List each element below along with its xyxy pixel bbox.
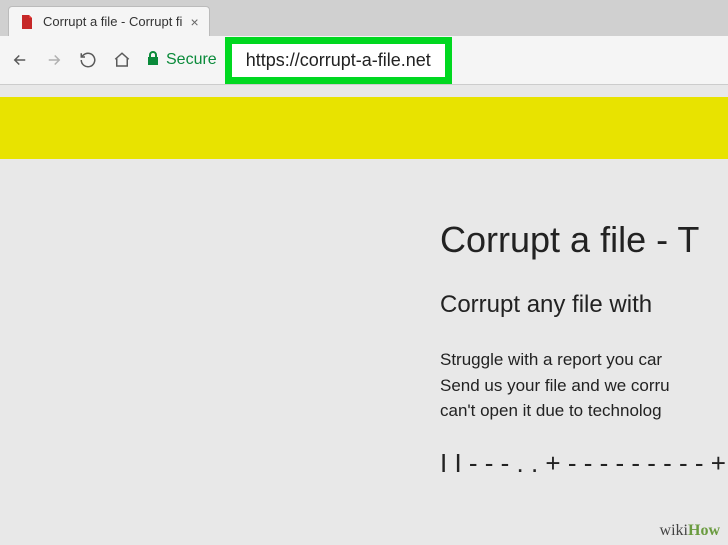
watermark: wikiHow bbox=[660, 522, 720, 540]
watermark-prefix: wiki bbox=[660, 522, 688, 539]
back-button[interactable] bbox=[10, 50, 30, 70]
body-line: Struggle with a report you car bbox=[440, 347, 728, 373]
forward-button[interactable] bbox=[44, 50, 64, 70]
address-bar[interactable]: Secure https://corrupt-a-file.net bbox=[146, 37, 718, 84]
toolbar: Secure https://corrupt-a-file.net bbox=[0, 36, 728, 84]
page-banner bbox=[0, 97, 728, 159]
page-subtitle: Corrupt any file with bbox=[440, 291, 728, 319]
page-content: Corrupt a file - T Corrupt any file with… bbox=[0, 159, 728, 479]
watermark-suffix: How bbox=[688, 522, 720, 539]
page-viewport: Corrupt a file - T Corrupt any file with… bbox=[0, 85, 728, 545]
page-body: Struggle with a report you car Send us y… bbox=[440, 347, 728, 424]
tab-bar: Corrupt a file - Corrupt fi × bbox=[0, 0, 728, 36]
home-button[interactable] bbox=[112, 50, 132, 70]
reload-button[interactable] bbox=[78, 50, 98, 70]
lock-icon bbox=[146, 50, 160, 71]
browser-tab[interactable]: Corrupt a file - Corrupt fi × bbox=[8, 6, 210, 36]
body-line: Send us your file and we corru bbox=[440, 373, 728, 399]
secure-label: Secure bbox=[166, 51, 217, 69]
favicon-icon bbox=[19, 14, 35, 30]
close-icon[interactable]: × bbox=[190, 15, 198, 29]
cutoff-text: I I - - - . . + - - - - - - - - - + - bbox=[440, 448, 728, 479]
tab-title: Corrupt a file - Corrupt fi bbox=[43, 14, 182, 29]
browser-chrome: Corrupt a file - Corrupt fi × Secure htt… bbox=[0, 0, 728, 85]
body-line: can't open it due to technolog bbox=[440, 398, 728, 424]
page-title: Corrupt a file - T bbox=[440, 219, 728, 261]
secure-indicator: Secure bbox=[146, 50, 217, 71]
url-text[interactable]: https://corrupt-a-file.net bbox=[225, 37, 452, 84]
